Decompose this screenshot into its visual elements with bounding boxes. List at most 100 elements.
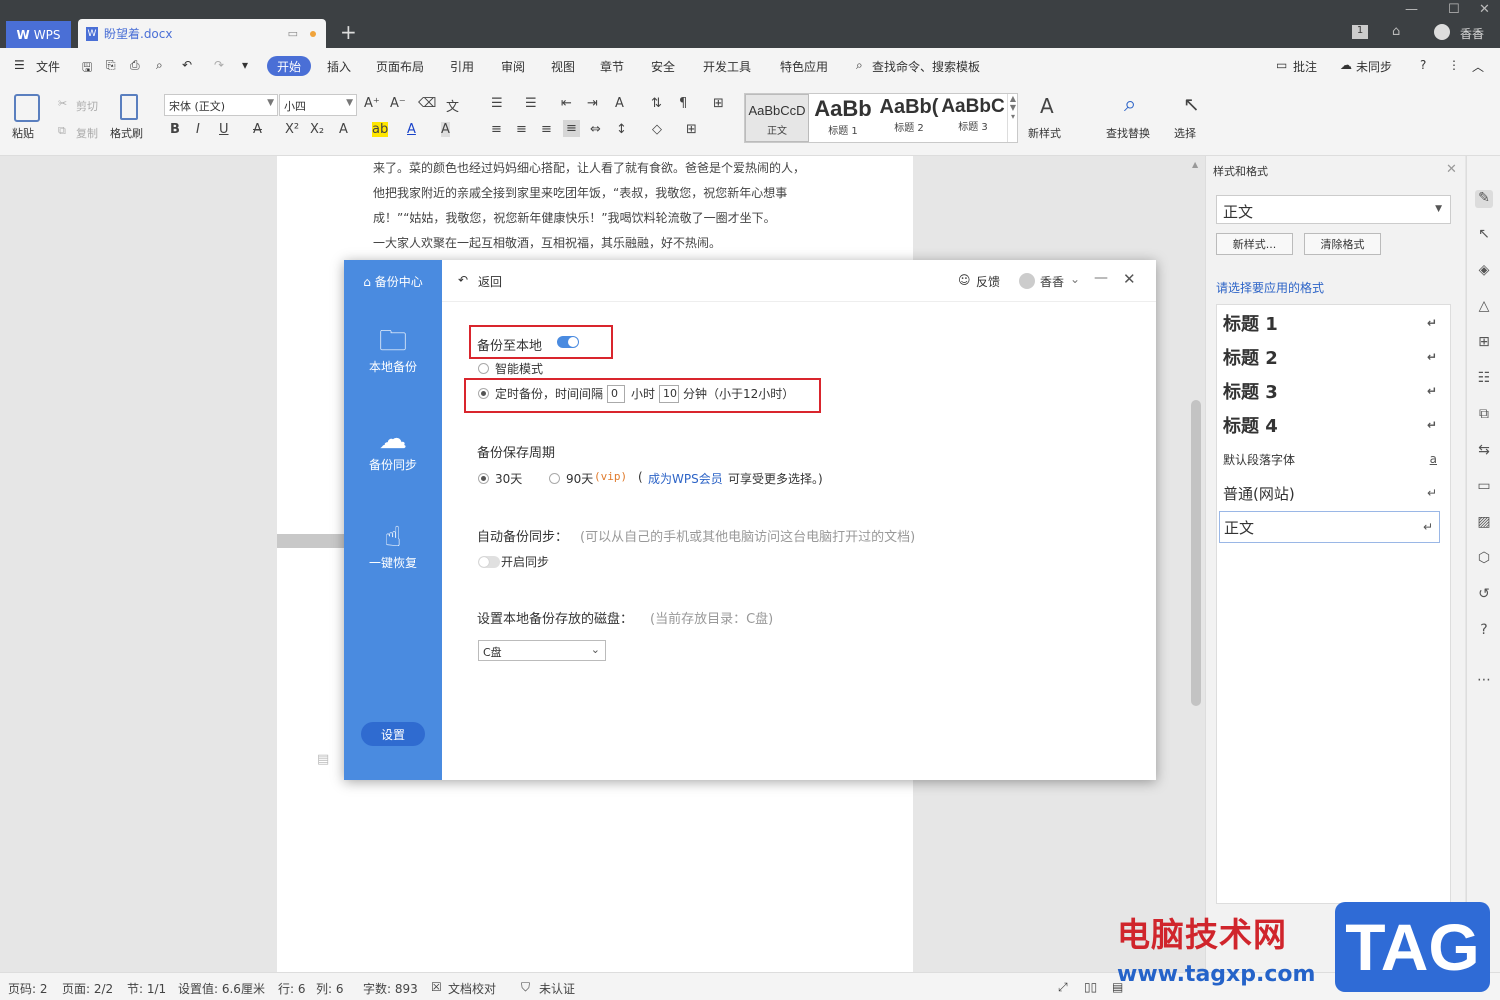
archive-icon[interactable]: ▭: [1475, 478, 1493, 496]
align-right-icon[interactable]: ≡: [541, 122, 552, 137]
menu-security[interactable]: 安全: [651, 58, 675, 75]
clear-format-button[interactable]: 清除格式: [1304, 233, 1381, 255]
justify-icon[interactable]: ≡: [563, 120, 580, 137]
menu-review[interactable]: 审阅: [501, 58, 525, 75]
style-format-icon[interactable]: ✎: [1475, 190, 1493, 208]
menu-page-layout[interactable]: 页面布局: [376, 58, 424, 75]
minutes-input[interactable]: 10: [659, 385, 679, 403]
status-section[interactable]: 节: 1/1: [127, 980, 166, 997]
scroll-up-icon[interactable]: ▲: [1192, 160, 1198, 169]
shield-icon[interactable]: ⬡: [1475, 550, 1493, 568]
period-90-radio[interactable]: [549, 473, 560, 484]
copy-icon[interactable]: ⧉: [58, 124, 66, 138]
pinyin-icon[interactable]: 文: [446, 96, 459, 115]
more-icon[interactable]: ⋯: [1475, 672, 1493, 690]
maximize-window-button[interactable]: ☐: [1448, 2, 1460, 17]
menu-reference[interactable]: 引用: [450, 58, 474, 75]
find-replace-button[interactable]: 查找替换: [1106, 125, 1150, 141]
reading-view-icon[interactable]: ▯▯: [1084, 980, 1097, 994]
collapse-ribbon-icon[interactable]: ︿: [1472, 58, 1484, 75]
back-button[interactable]: 返回: [478, 273, 502, 290]
settings-button[interactable]: 设置: [361, 722, 425, 746]
redo-icon[interactable]: ↷: [214, 58, 224, 72]
hours-input[interactable]: 0: [607, 385, 625, 403]
status-auth[interactable]: 未认证: [539, 980, 575, 997]
strikethrough-icon[interactable]: A: [253, 122, 262, 137]
side-one-click-restore[interactable]: ☝ 一键恢复: [344, 520, 442, 571]
select-cursor-icon[interactable]: ↖: [1183, 92, 1200, 116]
image-icon[interactable]: ▨: [1475, 514, 1493, 532]
help-button[interactable]: ?: [1420, 58, 1426, 72]
skin-icon[interactable]: ⌂: [1392, 24, 1400, 39]
timed-backup-radio[interactable]: [478, 388, 489, 399]
command-search[interactable]: 查找命令、搜索模板: [872, 58, 980, 75]
smart-mode-radio[interactable]: [478, 363, 489, 374]
status-row[interactable]: 行: 6: [278, 980, 306, 997]
style-item-default-font[interactable]: 默认段落字体 a: [1223, 443, 1443, 475]
status-pages[interactable]: 页面: 2/2: [62, 980, 113, 997]
style-item-heading2[interactable]: 标题 2 ↵: [1223, 341, 1443, 373]
comment-menu[interactable]: 批注: [1293, 58, 1317, 75]
numbered-list-icon[interactable]: ☰: [525, 96, 537, 111]
share-icon[interactable]: ⇆: [1475, 442, 1493, 460]
current-style-select[interactable]: 正文 ▼: [1216, 195, 1451, 224]
subscript-icon[interactable]: X₂: [310, 122, 324, 137]
table-tool-icon[interactable]: ⊞: [713, 96, 724, 111]
print-preview-icon[interactable]: ⌕: [156, 58, 163, 73]
status-col[interactable]: 列: 6: [316, 980, 344, 997]
table-icon[interactable]: ⊞: [1475, 334, 1493, 352]
disk-select[interactable]: C盘 ⌄: [478, 640, 606, 661]
close-icon[interactable]: ✕: [1446, 162, 1457, 177]
new-style-icon[interactable]: A: [1040, 94, 1054, 118]
user-name[interactable]: 香香: [1460, 25, 1484, 42]
style-item-normal-web[interactable]: 普通(网站) ↵: [1223, 477, 1443, 509]
sync-toggle[interactable]: [478, 556, 500, 568]
status-proofread[interactable]: 文档校对: [448, 980, 496, 997]
font-size-select[interactable]: 小四 ▼: [279, 94, 357, 116]
history-icon[interactable]: ↺: [1475, 586, 1493, 604]
wps-home-tab[interactable]: W WPS: [6, 21, 71, 48]
minimize-window-button[interactable]: —: [1405, 2, 1418, 17]
fill-icon[interactable]: △: [1475, 298, 1493, 316]
scrollbar-thumb[interactable]: [1191, 400, 1201, 706]
font-shrink-icon[interactable]: A⁻: [390, 96, 406, 111]
new-style-button[interactable]: 新样式...: [1216, 233, 1293, 255]
paste-button[interactable]: 粘贴: [12, 125, 34, 141]
status-page-number[interactable]: 页码: 2: [8, 980, 48, 997]
italic-icon[interactable]: I: [196, 122, 200, 137]
quick-access-dropdown-icon[interactable]: ▾: [242, 58, 248, 72]
chevron-down-icon[interactable]: ⌄: [1070, 272, 1080, 286]
change-case-icon[interactable]: A: [615, 96, 624, 111]
style-heading1[interactable]: AaBb 标题 1: [811, 94, 875, 142]
style-heading2[interactable]: AaBb( 标题 2: [877, 94, 941, 142]
style-item-heading3[interactable]: 标题 3 ↵: [1223, 375, 1443, 407]
copy-doc-icon[interactable]: ⧉: [1475, 406, 1493, 424]
gallery-scroll-icon[interactable]: ▲ ▼ ▾: [1007, 94, 1018, 142]
backup-local-toggle[interactable]: [557, 336, 579, 348]
shading-icon[interactable]: ◇: [652, 122, 662, 137]
save-icon[interactable]: 🖫: [82, 58, 92, 79]
style-pane-title[interactable]: 样式和格式: [1213, 163, 1268, 179]
dialog-user-name[interactable]: 香香: [1040, 273, 1064, 290]
increase-indent-icon[interactable]: ⇥: [587, 96, 598, 111]
status-setting[interactable]: 设置值: 6.6厘米: [178, 980, 265, 997]
menu-file[interactable]: 文件: [36, 58, 60, 75]
cut-icon[interactable]: ✂: [58, 97, 67, 110]
cut-button[interactable]: 剪切: [76, 98, 98, 114]
select-button[interactable]: 选择: [1174, 125, 1196, 141]
monitor-icon[interactable]: ▭: [288, 27, 298, 40]
clear-format-icon[interactable]: ⌫: [418, 96, 436, 111]
superscript-icon[interactable]: X²: [285, 122, 299, 137]
side-local-backup[interactable]: 🗀 本地备份: [344, 324, 442, 375]
become-member-link[interactable]: 成为WPS会员: [648, 470, 723, 487]
highlight-icon[interactable]: ab: [372, 122, 389, 137]
paste-icon[interactable]: [14, 94, 40, 122]
sort-icon[interactable]: ⇅: [651, 96, 662, 111]
style-item-heading1[interactable]: 标题 1 ↵: [1223, 307, 1443, 339]
style-item-heading4[interactable]: 标题 4 ↵: [1223, 409, 1443, 441]
style-heading3[interactable]: AaBbC 标题 3: [941, 94, 1005, 142]
select-cursor-icon[interactable]: ↖: [1475, 226, 1493, 244]
new-style-button[interactable]: 新样式: [1028, 125, 1061, 141]
close-window-button[interactable]: ✕: [1479, 2, 1490, 17]
hamburger-icon[interactable]: ☰: [14, 58, 25, 72]
